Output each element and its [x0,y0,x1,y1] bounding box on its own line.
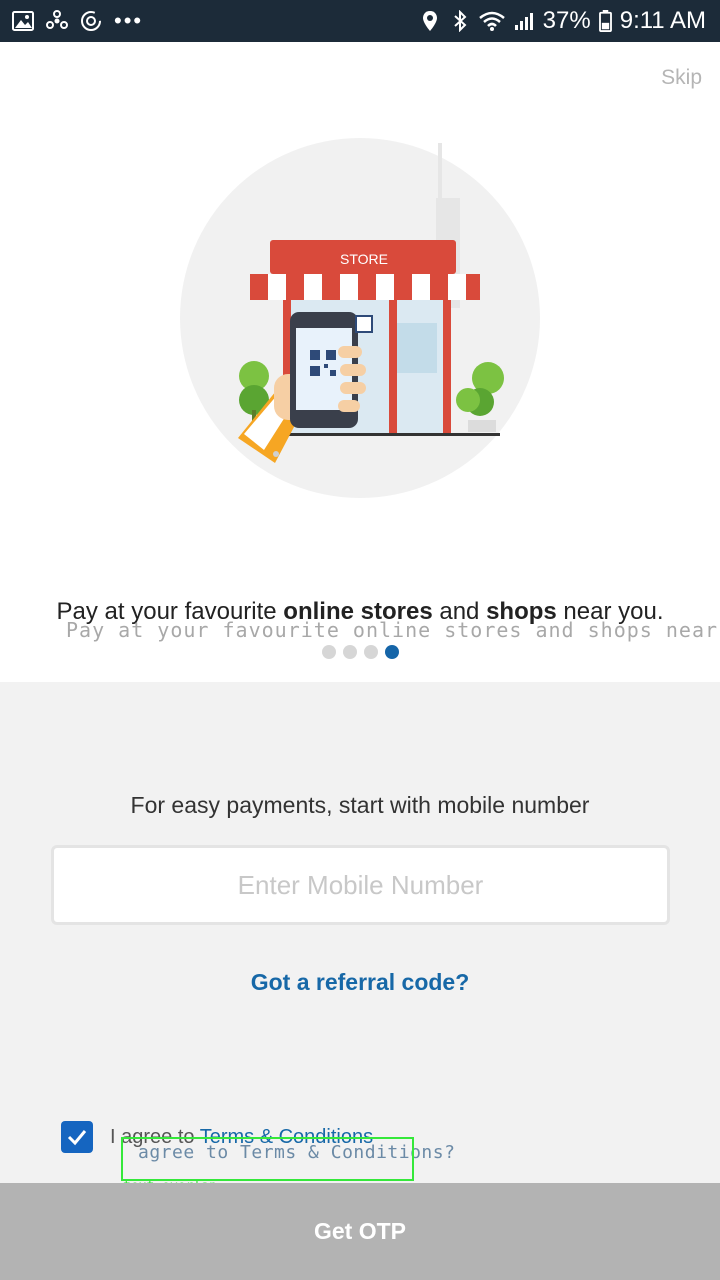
debug-overlap-box [121,1137,414,1181]
skip-button[interactable]: Skip [661,66,702,90]
tagline-overlay-text: Pay at your favourite online stores and … [66,618,720,642]
mobile-prompt: For easy payments, start with mobile num… [130,792,590,818]
carousel-pager [0,645,720,659]
pager-dot-active[interactable] [384,645,399,659]
more-notifications-icon: ••• [114,8,144,33]
wifi-icon [478,11,505,31]
terms-checkbox-row[interactable] [61,1121,93,1153]
store-sign: STORE [340,251,388,267]
store-payment-illustration: STORE [180,138,540,498]
sync-icon [81,11,101,31]
referral-code-link[interactable]: Got a referral code? [0,969,720,996]
pager-dot[interactable] [342,645,357,659]
checkmark-icon [67,1130,87,1146]
mobile-number-input[interactable] [51,845,670,925]
status-bar-notifications: ••• [12,0,143,42]
terms-checkbox[interactable] [61,1121,93,1153]
location-icon [422,11,437,31]
onboarding-carousel[interactable]: Skip STORE Pay at your favourite online … [0,42,720,682]
battery-percent: 37% [542,7,591,34]
status-bar: ••• 37% 9:11 AM [0,0,720,42]
clock: 9:11 AM [619,7,706,34]
battery-icon [598,10,612,32]
gallery-icon [12,11,34,31]
signal-icon [514,13,533,30]
pager-dot[interactable] [321,645,336,659]
bluetooth-icon [454,10,467,32]
status-bar-system: 37% 9:11 AM [419,0,706,42]
pager-dot[interactable] [363,645,378,659]
fan-icon [46,10,68,29]
get-otp-button[interactable]: Get OTP [0,1183,720,1280]
